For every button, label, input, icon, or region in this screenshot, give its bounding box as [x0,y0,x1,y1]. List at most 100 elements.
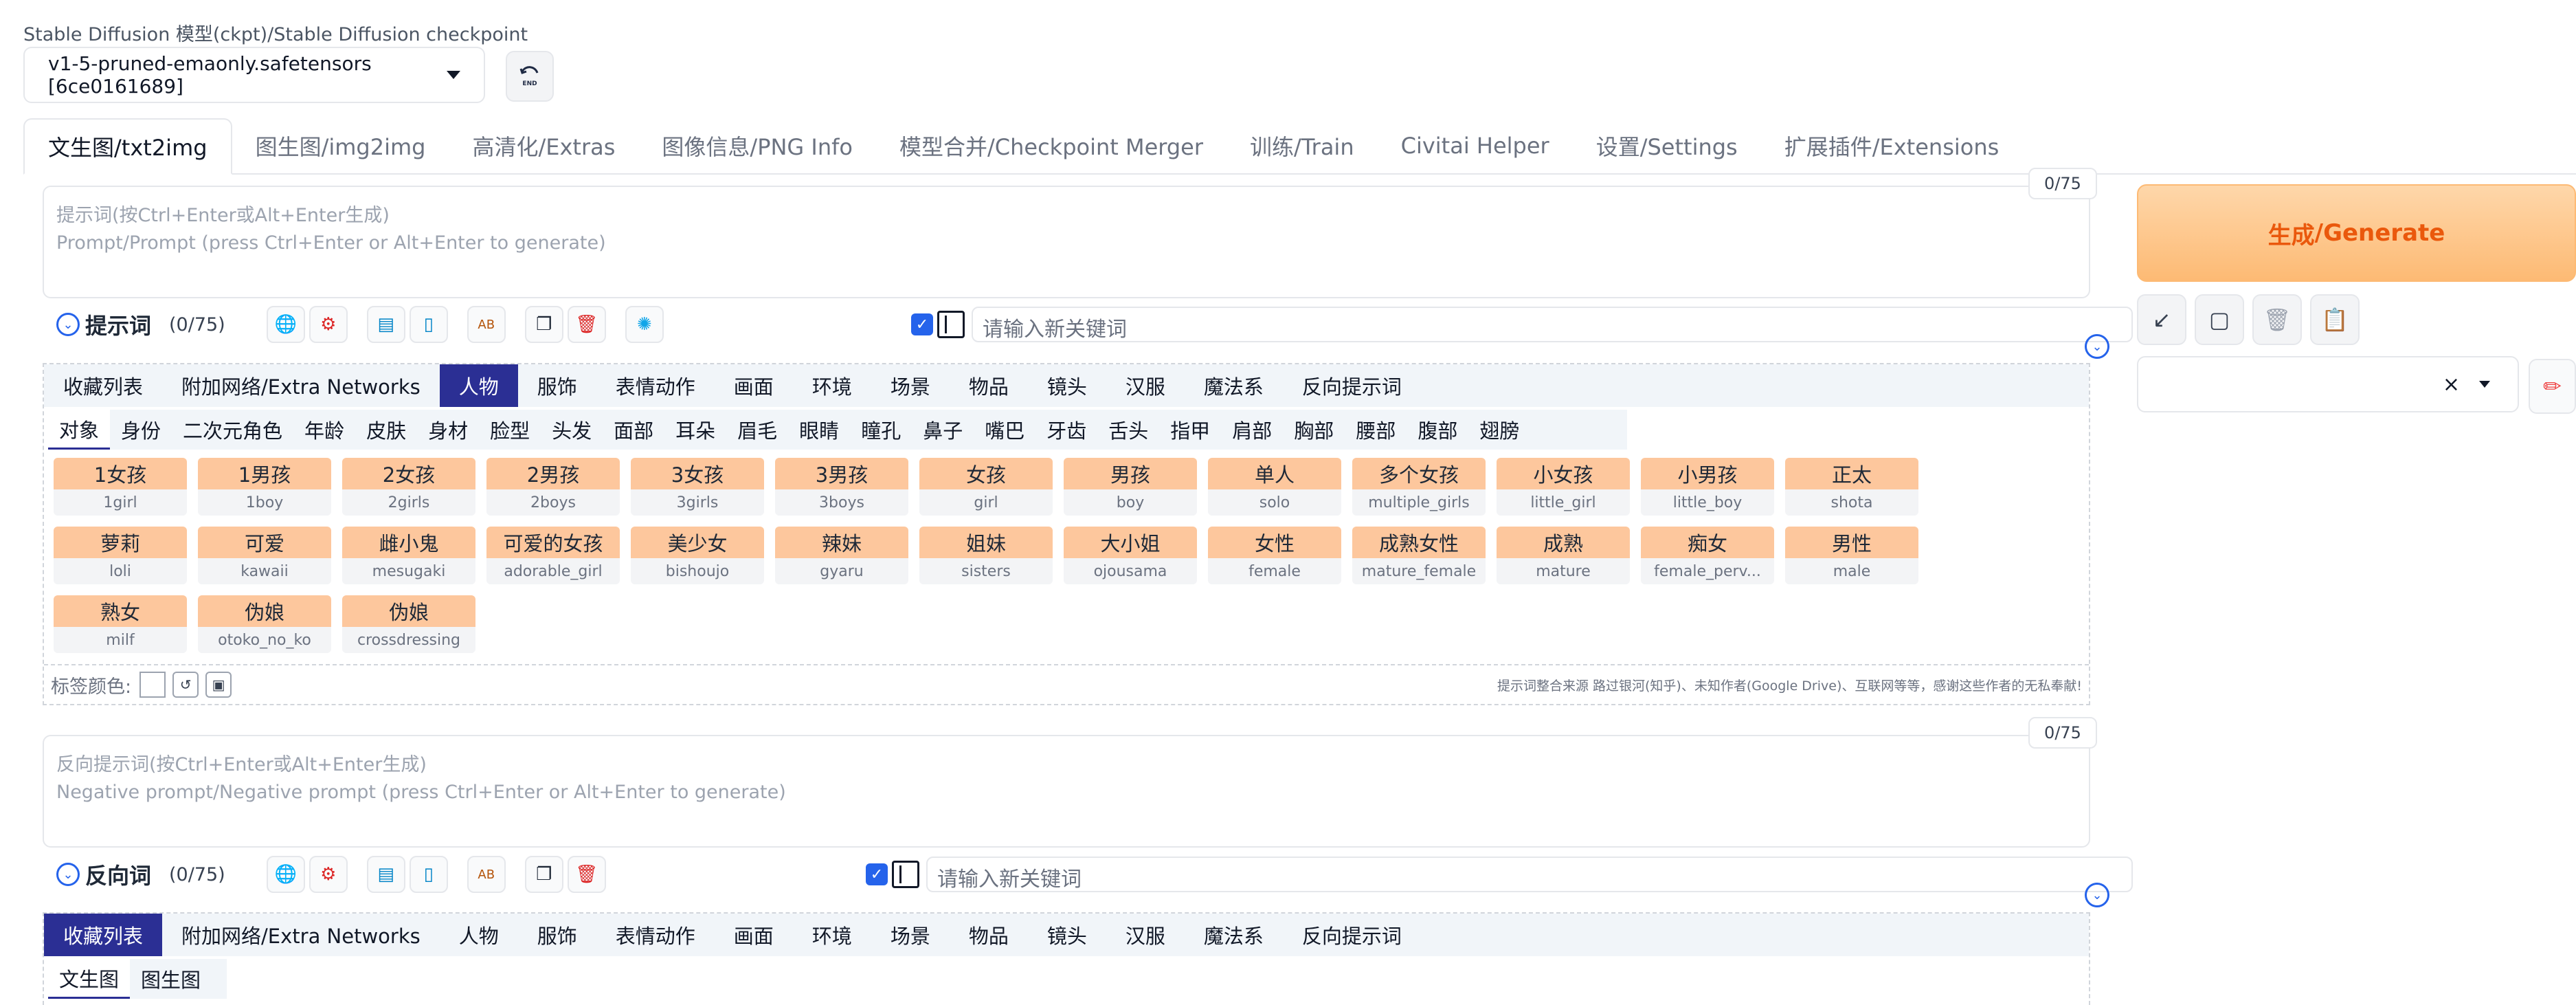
subcategory-tab[interactable]: 眉毛 [726,410,788,450]
subcategory-tab[interactable]: 腹部 [1407,410,1468,450]
category-tab[interactable]: 收藏列表 [44,364,162,407]
tab-2[interactable]: 高清化/Extras [449,118,638,173]
subcategory-tab[interactable]: 胸部 [1283,410,1345,450]
subcategory-tab[interactable]: 二次元角色 [172,410,293,450]
subcategory-tab[interactable]: 鼻子 [912,410,974,450]
subcategory-tab[interactable]: 肩部 [1221,410,1283,450]
import-button[interactable]: ▤ [366,856,405,893]
category-tab[interactable]: 表情动作 [596,364,715,407]
tag-button[interactable]: 雌小鬼 mesugaki [342,527,475,584]
tag-button[interactable]: 萝莉 loli [54,527,187,584]
category-tab[interactable]: 表情动作 [596,914,715,956]
styles-dropdown[interactable]: × [2137,356,2519,412]
category-tab[interactable]: 汉服 [1106,914,1185,956]
translate-globe-button[interactable]: 🌐 [266,856,305,893]
prompt-keyword-input[interactable]: 请输入新关键词 [972,307,2133,342]
tag-button[interactable]: 可爱的女孩 adorable_girl [486,527,620,584]
expand-down-icon[interactable]: ⌄ [2085,883,2109,907]
category-tab[interactable]: 魔法系 [1185,914,1283,956]
subcategory-tab[interactable]: 年龄 [293,410,355,450]
collapse-chevron-icon[interactable]: ⌄ [56,313,80,336]
category-tab[interactable]: 附加网络/Extra Networks [162,364,440,407]
category-tab[interactable]: 镜头 [1028,364,1106,407]
category-tab[interactable]: 收藏列表 [44,914,163,956]
tab-0[interactable]: 文生图/txt2img [23,118,232,175]
tab-8[interactable]: 扩展插件/Extensions [1761,118,2023,173]
tag-button[interactable]: 女孩 girl [919,458,1053,516]
subcategory-tab[interactable]: 眼睛 [788,410,850,450]
tag-button[interactable]: 1男孩 1boy [198,458,331,516]
tag-button[interactable]: 美少女 bishoujo [631,527,764,584]
subcategory-tab[interactable]: 舌头 [1097,410,1159,450]
settings-button[interactable]: ⚙ [309,856,348,893]
save-color-button[interactable]: ▣ [205,672,232,698]
delete-button[interactable]: 🗑 [567,306,606,343]
category-tab[interactable]: 物品 [950,914,1028,956]
checkpoint-dropdown[interactable]: v1-5-pruned-emaonly.safetensors [6ce0161… [23,47,485,103]
copy-button[interactable]: ❐ [524,306,563,343]
edit-style-button[interactable]: ✏ [2529,359,2576,414]
tag-button[interactable]: 小女孩 little_girl [1497,458,1630,516]
bookmark-button[interactable]: ▯ [409,856,448,893]
category-tab[interactable]: 反向提示词 [1283,364,1421,407]
keyword-checkbox[interactable]: ✓ [911,313,933,335]
subcategory-tab[interactable]: 瞳孔 [850,410,912,450]
tab-4[interactable]: 模型合并/Checkpoint Merger [876,118,1227,173]
tab-1[interactable]: 图生图/img2img [232,118,449,173]
tag-button[interactable]: 2女孩 2girls [342,458,475,516]
tag-button[interactable]: 痴女 female_perv... [1641,527,1774,584]
category-tab[interactable]: 画面 [715,914,793,956]
subcategory-tab[interactable]: 文生图 [48,959,131,999]
expand-down-icon[interactable]: ⌄ [2085,334,2109,359]
tag-button[interactable]: 3女孩 3girls [631,458,764,516]
tag-button[interactable]: 男孩 boy [1064,458,1197,516]
bookmark-button[interactable]: ▯ [409,306,448,343]
clear-x-icon[interactable]: × [2443,373,2460,397]
delete-button[interactable]: 🗑 [567,856,606,893]
tag-button[interactable]: 大小姐 ojousama [1064,527,1197,584]
subcategory-tab[interactable]: 翅膀 [1468,410,1530,450]
negative-keyword-input[interactable]: 请输入新关键词 [926,857,2133,892]
subcategory-tab[interactable]: 身材 [417,410,479,450]
translate-ab-button[interactable]: AB [467,856,506,893]
category-tab[interactable]: 汉服 [1106,364,1185,407]
negative-prompt-input[interactable]: 反向提示词(按Ctrl+Enter或Alt+Enter生成) Negative … [43,735,2090,848]
category-tab[interactable]: 场景 [871,364,950,407]
tag-button[interactable]: 成熟女性 mature_female [1352,527,1486,584]
tag-button[interactable]: 女性 female [1208,527,1341,584]
tag-button[interactable]: 男性 male [1785,527,1918,584]
category-tab[interactable]: 物品 [950,364,1028,407]
tab-7[interactable]: 设置/Settings [1573,118,1761,173]
category-tab[interactable]: 画面 [715,364,793,407]
tag-button[interactable]: 可爱 kawaii [198,527,331,584]
subcategory-tab[interactable]: 腰部 [1345,410,1407,450]
read-params-button[interactable]: ↙ [2137,294,2186,345]
generate-button[interactable]: 生成/Generate [2137,184,2576,282]
category-tab[interactable]: 魔法系 [1185,364,1283,407]
tag-button[interactable]: 伪娘 otoko_no_ko [198,595,331,653]
subcategory-tab[interactable]: 嘴巴 [974,410,1035,450]
sidebar-toggle-icon[interactable] [892,861,919,888]
tab-6[interactable]: Civitai Helper [1378,118,1573,173]
category-tab[interactable]: 环境 [793,364,871,407]
import-button[interactable]: ▤ [366,306,405,343]
tag-button[interactable]: 2男孩 2boys [486,458,620,516]
category-tab[interactable]: 反向提示词 [1283,914,1421,956]
copy-button[interactable]: ❐ [524,856,563,893]
tag-button[interactable]: 3男孩 3boys [775,458,908,516]
tag-button[interactable]: 正太 shota [1785,458,1918,516]
sidebar-toggle-icon[interactable] [937,311,965,338]
category-tab[interactable]: 镜头 [1028,914,1106,956]
subcategory-tab[interactable]: 脸型 [479,410,541,450]
openai-button[interactable]: ✺ [625,306,664,343]
tag-button[interactable]: 1女孩 1girl [54,458,187,516]
subcategory-tab[interactable]: 皮肤 [355,410,417,450]
category-tab[interactable]: 人物 [439,364,518,407]
subcategory-tab[interactable]: 图生图 [130,959,212,999]
tag-button[interactable]: 辣妹 gyaru [775,527,908,584]
settings-button[interactable]: ⚙ [309,306,348,343]
subcategory-tab[interactable]: 身份 [110,410,172,450]
tag-button[interactable]: 单人 solo [1208,458,1341,516]
apply-style-button[interactable]: 📋 [2310,294,2360,345]
tag-button[interactable]: 姐妹 sisters [919,527,1053,584]
